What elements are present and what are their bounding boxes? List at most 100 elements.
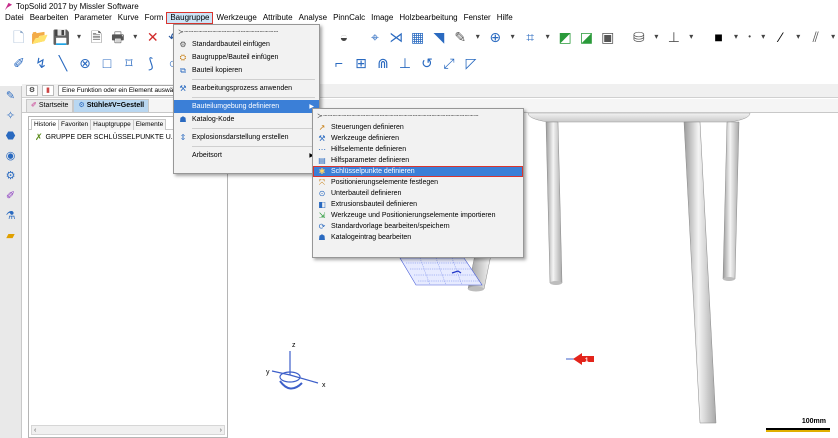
color-dropdown-icon[interactable]: ▾	[731, 28, 741, 46]
render-icon[interactable]: ◩	[556, 28, 573, 46]
grid-icon[interactable]: ▦	[409, 28, 426, 46]
pencil-tool-icon[interactable]: ✎	[3, 88, 19, 104]
submenu-item-unterbauteil[interactable]: ⊙ Unterbauteil definieren	[313, 188, 523, 199]
hatch-icon[interactable]: ⫽	[807, 28, 824, 46]
line-width-icon[interactable]: ⁄	[772, 28, 789, 46]
layer-dropdown-icon[interactable]: ▾	[652, 28, 662, 46]
scroll-left-icon[interactable]: ‹	[34, 427, 36, 434]
submenu-tearoff[interactable]: ≻┄┄┄┄┄┄┄┄┄┄┄┄┄┄┄┄┄┄┄┄┄┄┄┄┄┄┄┄┄┄┄┄┄	[313, 109, 523, 122]
shade-tool-icon[interactable]: ◉	[3, 148, 19, 164]
submenu-item-katalogeintrag[interactable]: ☗ Katalogeintrag bearbeiten	[313, 232, 523, 243]
flask-tool-icon[interactable]: ⚗	[3, 208, 19, 224]
draft-tool-icon[interactable]: ✐	[3, 188, 19, 204]
horizontal-scrollbar[interactable]: ‹ ›	[31, 425, 225, 435]
pin-icon[interactable]: ⊥	[665, 28, 682, 46]
wizard-tool-icon[interactable]: ✧	[3, 108, 19, 124]
submenu-item-standardvorlage[interactable]: ⟳ Standardvorlage bearbeiten/speichern	[313, 221, 523, 232]
info-book-icon[interactable]: ▮	[42, 85, 54, 96]
folder-tool-icon[interactable]: ▰	[3, 228, 19, 244]
camera-icon[interactable]: ▣	[599, 28, 616, 46]
solid-tool-icon[interactable]: ⬣	[3, 128, 19, 144]
save-dropdown-icon[interactable]: ▾	[74, 28, 84, 46]
menu-item-katalog-kode[interactable]: ☗ Katalog-Kode	[174, 113, 319, 126]
menu-pinncalc[interactable]: PinnCalc	[330, 12, 368, 24]
zoom-dropdown-icon[interactable]: ▾	[508, 28, 518, 46]
menu-fenster[interactable]: Fenster	[461, 12, 494, 24]
submenu-item-steuerungen[interactable]: ↗ Steuerungen definieren	[313, 122, 523, 133]
submenu-item-werkzeuge[interactable]: ⚒ Werkzeuge definieren	[313, 133, 523, 144]
zoom-icon[interactable]: ⊕	[487, 28, 504, 46]
menu-item-explosionsdarstellung[interactable]: ⇕ Explosionsdarstellung erstellen	[174, 131, 319, 144]
tab-document[interactable]: ⚙ Stühle#V=Gestell	[73, 99, 150, 112]
submenu-item-hilfsparameter[interactable]: ▤ Hilfsparameter definieren	[313, 155, 523, 166]
frame-icon[interactable]: ⌗	[521, 28, 538, 46]
menu-image[interactable]: Image	[368, 12, 396, 24]
properties-icon[interactable]: 🗎	[88, 28, 105, 46]
menu-bearbeiten[interactable]: Bearbeiten	[27, 12, 72, 24]
menu-parameter[interactable]: Parameter	[71, 12, 114, 24]
save-icon[interactable]: 💾	[53, 28, 70, 46]
circle-icon[interactable]: ⊗	[76, 54, 94, 72]
menu-item-standardbauteil[interactable]: ⚙ Standardbauteil einfügen	[174, 38, 319, 51]
linetype-dot-icon[interactable]: •	[745, 28, 755, 46]
curve-icon[interactable]: ⟆	[142, 54, 160, 72]
shape6-icon[interactable]: ⤢	[440, 54, 458, 72]
submenu-item-schluesselpunkte[interactable]: ✱ Schlüsselpunkte definieren	[313, 166, 523, 177]
shape4-icon[interactable]: ⊥	[396, 54, 414, 72]
scroll-right-icon[interactable]: ›	[220, 427, 222, 434]
line-icon[interactable]: ╲	[54, 54, 72, 72]
menu-analyse[interactable]: Analyse	[296, 12, 330, 24]
menu-holzbearbeitung[interactable]: Holzbearbeitung	[396, 12, 460, 24]
print-dropdown-icon[interactable]: ▾	[130, 28, 140, 46]
tab-startseite[interactable]: ✐ Startseite	[26, 99, 74, 112]
submenu-item-extrusionsbauteil[interactable]: ◧ Extrusionsbauteil definieren	[313, 199, 523, 210]
view-icon[interactable]: ◒	[335, 28, 352, 46]
sketch-dropdown-icon[interactable]: ▾	[473, 28, 483, 46]
menu-kurve[interactable]: Kurve	[115, 12, 142, 24]
hatch-dropdown-icon[interactable]: ▾	[828, 28, 838, 46]
menu-baugruppe[interactable]: Baugruppe	[166, 12, 214, 24]
menu-hilfe[interactable]: Hilfe	[494, 12, 516, 24]
menu-werkzeuge[interactable]: Werkzeuge	[213, 12, 259, 24]
line-width-dropdown-icon[interactable]: ▾	[793, 28, 803, 46]
layer-icon[interactable]: ⛁	[630, 28, 647, 46]
snap-icon[interactable]: ⋊	[388, 28, 405, 46]
submenu-item-importieren[interactable]: ⇲ Werkzeuge und Positionierungselemente …	[313, 210, 523, 221]
pin-dropdown-icon[interactable]: ▾	[686, 28, 696, 46]
tab-favoriten[interactable]: Favoriten	[58, 119, 92, 130]
open-folder-icon[interactable]: 📂	[31, 28, 48, 46]
measure-icon[interactable]: ⌖	[366, 28, 383, 46]
menu-tearoff[interactable]: ≻┄┄┄┄┄┄┄┄┄┄┄┄┄┄┄┄┄┄┄┄	[174, 25, 319, 38]
submenu-item-hilfselemente[interactable]: ⋯ Hilfselemente definieren	[313, 144, 523, 155]
image-icon[interactable]: ◪	[578, 28, 595, 46]
print-icon[interactable]: 🖶	[109, 28, 126, 46]
delete-icon[interactable]: ✕	[144, 28, 161, 46]
tab-historie[interactable]: Historie	[31, 119, 60, 130]
sheet-icon[interactable]: ◥	[430, 28, 447, 46]
menu-item-baugruppe-einfuegen[interactable]: ⛭ Baugruppe/Bauteil einfügen	[174, 51, 319, 64]
shape3-icon[interactable]: ⋒	[374, 54, 392, 72]
menu-item-bauteil-kopieren[interactable]: ⧉ Bauteil kopieren	[174, 64, 319, 77]
sketch-icon[interactable]: ✎	[452, 28, 469, 46]
shape7-icon[interactable]: ◸	[462, 54, 480, 72]
shape5-icon[interactable]: ↺	[418, 54, 436, 72]
tab-hauptgruppe[interactable]: Hauptgruppe	[90, 119, 134, 130]
menu-item-arbeitsort[interactable]: Arbeitsort ▶	[174, 149, 319, 162]
info-settings-icon[interactable]: ⚙	[26, 85, 38, 96]
rectangle-icon[interactable]: □	[98, 54, 116, 72]
profile-icon[interactable]: ⌑	[120, 54, 138, 72]
color-swatch-icon[interactable]: ■	[710, 28, 727, 46]
menu-form[interactable]: Form	[142, 12, 167, 24]
frame-dropdown-icon[interactable]: ▾	[543, 28, 553, 46]
submenu-item-positionierungselemente[interactable]: ⤧ Positionierungselemente festlegen	[313, 177, 523, 188]
new-document-icon[interactable]: 🗋	[10, 28, 27, 46]
pen-icon[interactable]: ✐	[10, 54, 28, 72]
menu-item-bauteilumgebung[interactable]: Bauteilumgebung definieren ▶	[174, 100, 319, 113]
menu-item-bearbeitungsprozess[interactable]: ⚒ Bearbeitungsprozess anwenden	[174, 82, 319, 95]
assembly-tool-icon[interactable]: ⚙	[3, 168, 19, 184]
menu-datei[interactable]: Datei	[2, 12, 27, 24]
tab-elemente[interactable]: Elemente	[132, 119, 167, 130]
linetype-dropdown-icon[interactable]: ▾	[758, 28, 768, 46]
menu-attribute[interactable]: Attribute	[260, 12, 296, 24]
polyline-icon[interactable]: ↯	[32, 54, 50, 72]
